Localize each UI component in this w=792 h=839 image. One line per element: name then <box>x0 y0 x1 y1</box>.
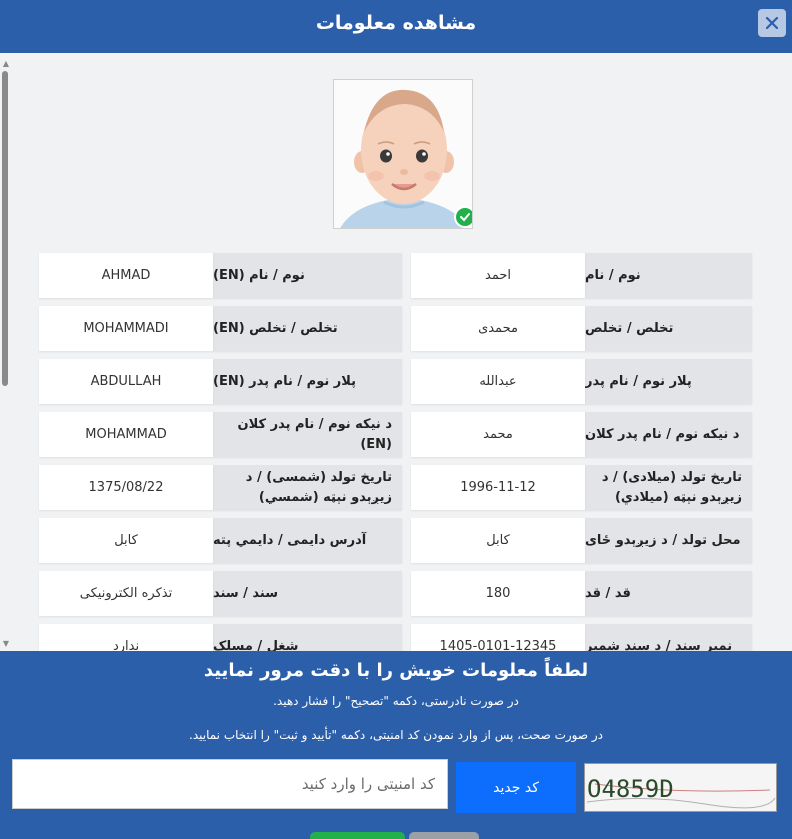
correction-instruction: در صورت نادرستی، دکمه "تصحیح" را فشار ده… <box>273 694 519 708</box>
field-value: محمدی <box>411 306 585 351</box>
info-row-birth-date: تاریخ تولد (میلادی) / د زیږېدو نېټه (میل… <box>39 465 752 510</box>
info-row-birth-place: محل تولد / د زیږېدو ځای کابل آدرس دایمی … <box>39 518 752 563</box>
captcha-image: O4859D <box>584 763 777 812</box>
scroll-down-icon[interactable]: ▼ <box>1 639 11 649</box>
modal-title: مشاهده معلومات <box>315 12 477 34</box>
info-row-document-number: نمبر سند / د سند شمیر 1405-0101-12345 شغ… <box>39 624 752 651</box>
field-label: پلار نوم / نام پدر <box>585 359 752 404</box>
confirmation-footer: لطفاً معلومات خویش را با دقت مرور نمایید… <box>0 651 792 839</box>
field-value: ABDULLAH <box>39 359 213 404</box>
field-value: کابل <box>39 518 213 563</box>
field-value: MOHAMMAD <box>39 412 213 457</box>
field-label: شغل / مسلک <box>213 624 402 651</box>
scroll-up-icon[interactable]: ▲ <box>1 59 11 69</box>
field-label: د نیکه نوم / نام پدر کلان (EN) <box>213 412 402 457</box>
field-value: کابل <box>411 518 585 563</box>
field-label: تاریخ تولد (میلادی) / د زیږېدو نېټه (میل… <box>585 465 752 510</box>
field-label: تاریخ تولد (شمسی) / د زیږېدو نېټه (شمسي) <box>213 465 402 510</box>
field-label: نوم / نام (EN) <box>213 253 402 298</box>
info-panel: ▲ ▼ نوم / نام احمد نوم / نام (EN) AHMAD … <box>0 53 792 651</box>
verified-check-icon <box>454 206 472 228</box>
field-value: AHMAD <box>39 253 213 298</box>
captcha-text: O4859D <box>587 775 674 803</box>
modal-header: مشاهده معلومات <box>0 0 792 53</box>
field-value: 1405-0101-12345 <box>411 624 585 651</box>
footer-title: لطفاً معلومات خویش را با دقت مرور نمایید <box>203 660 589 681</box>
field-value: 1375/08/22 <box>39 465 213 510</box>
field-label: پلار نوم / نام پدر (EN) <box>213 359 402 404</box>
field-value: ندارد <box>39 624 213 651</box>
field-label: آدرس دایمی / دایمي پته <box>213 518 402 563</box>
security-code-input[interactable] <box>12 759 448 809</box>
close-button[interactable] <box>758 9 786 37</box>
scrollbar[interactable]: ▲ ▼ <box>0 53 12 651</box>
field-label: تخلص / تخلص <box>585 306 752 351</box>
baby-photo-image <box>334 80 472 228</box>
field-value: 1996-11-12 <box>411 465 585 510</box>
correction-button[interactable] <box>409 832 479 839</box>
field-value: MOHAMMADI <box>39 306 213 351</box>
profile-photo <box>333 79 473 229</box>
field-value: عبدالله <box>411 359 585 404</box>
info-row-surname: تخلص / تخلص محمدی تخلص / تخلص (EN) MOHAM… <box>39 306 752 351</box>
new-code-button[interactable]: کد جدید <box>456 762 576 813</box>
confirm-submit-button[interactable] <box>310 832 405 839</box>
field-label: نوم / نام <box>585 253 752 298</box>
field-value: تذکره الکترونیکی <box>39 571 213 616</box>
field-value: احمد <box>411 253 585 298</box>
field-label: قد / قد <box>585 571 752 616</box>
info-row-father-name: پلار نوم / نام پدر عبدالله پلار نوم / نا… <box>39 359 752 404</box>
field-label: تخلص / تخلص (EN) <box>213 306 402 351</box>
close-icon <box>765 16 779 30</box>
field-value: 180 <box>411 571 585 616</box>
field-value: محمد <box>411 412 585 457</box>
scroll-thumb[interactable] <box>2 71 8 386</box>
info-row-grandfather-name: د نیکه نوم / نام پدر کلان محمد د نیکه نو… <box>39 412 752 457</box>
field-label: نمبر سند / د سند شمیر <box>585 624 752 651</box>
confirm-instruction: در صورت صحت، پس از وارد نمودن کد امنیتی،… <box>189 728 603 742</box>
info-row-name: نوم / نام احمد نوم / نام (EN) AHMAD <box>39 253 752 298</box>
field-label: محل تولد / د زیږېدو ځای <box>585 518 752 563</box>
field-label: سند / سند <box>213 571 402 616</box>
field-label: د نیکه نوم / نام پدر کلان <box>585 412 752 457</box>
info-row-height: قد / قد 180 سند / سند تذکره الکترونیکی <box>39 571 752 616</box>
